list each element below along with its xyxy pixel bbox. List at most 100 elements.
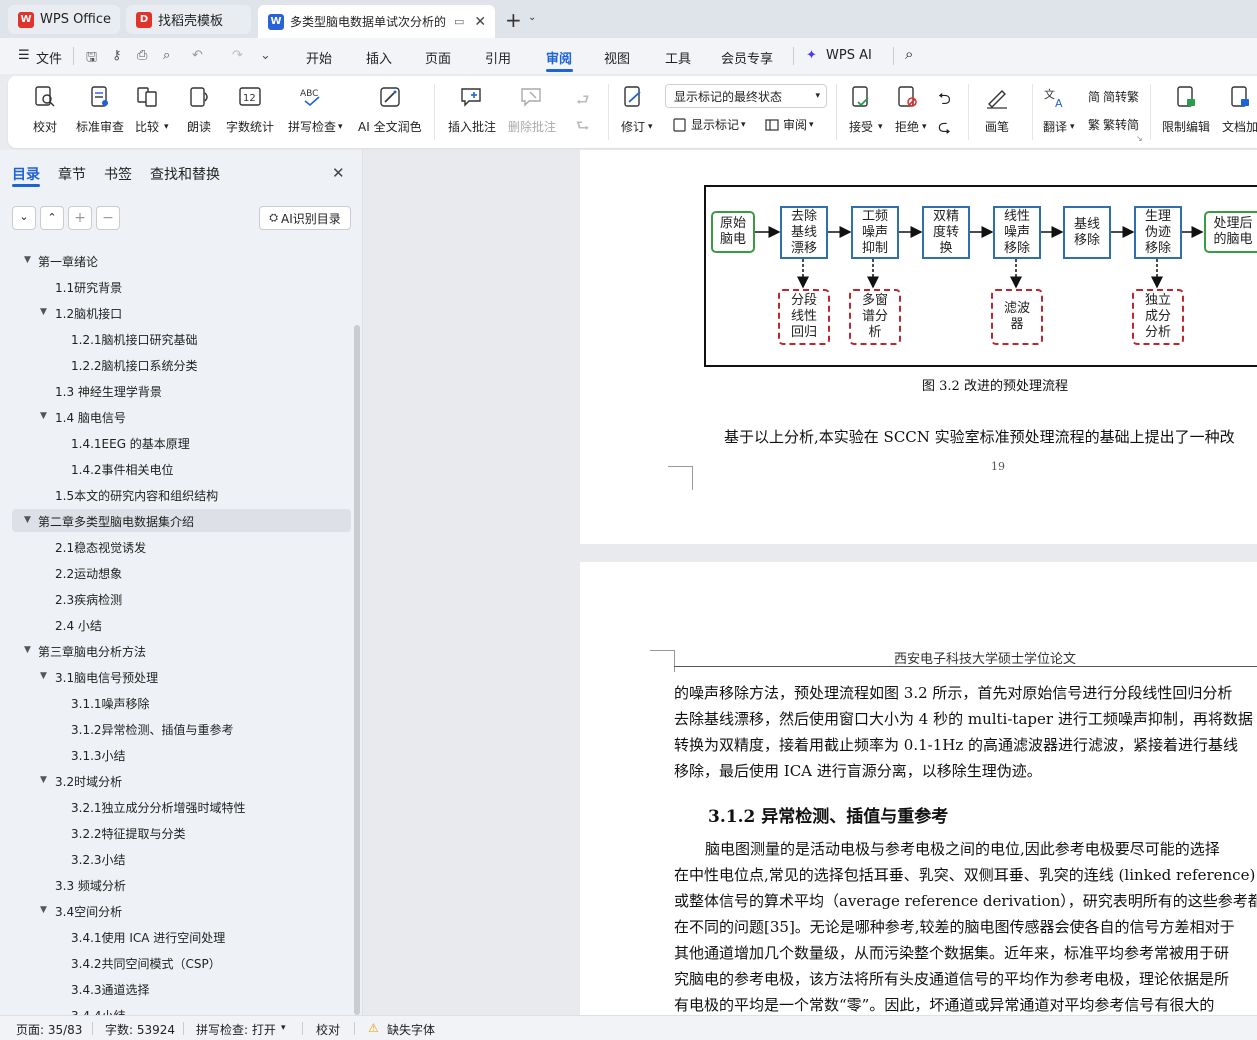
close-icon[interactable]: ✕ <box>474 14 486 30</box>
spell-check-status[interactable]: 拼写检查: 打开 <box>196 1021 276 1038</box>
toc-item[interactable]: 1.1研究背景 <box>55 279 122 296</box>
document-encrypt-button[interactable]: 文档加 <box>1222 84 1257 135</box>
tab-find-replace[interactable]: 查找和替换 <box>150 164 220 184</box>
spell-check-button[interactable]: ABC 拼写检查 <box>288 84 336 135</box>
menu-view[interactable]: 视图 <box>604 48 630 67</box>
review-pane-button[interactable]: 审阅 ▾ <box>764 116 814 133</box>
track-changes-button[interactable]: 修订 <box>620 84 646 135</box>
tab-document[interactable]: W 多类型脑电数据单试次分析的 ▭ ✕ <box>258 5 495 38</box>
next-change-icon[interactable]: ⮎ <box>938 116 951 143</box>
toc-toggle-icon[interactable]: ▼ <box>40 411 47 421</box>
toc-item[interactable]: 1.2.1脑机接口研究基础 <box>71 331 198 348</box>
show-markup-button[interactable]: 显示标记 ▾ <box>672 116 746 133</box>
hamburger-icon[interactable]: ☰ <box>18 48 30 63</box>
key-icon[interactable]: ⚷ <box>112 48 122 63</box>
toc-item[interactable]: 2.3疾病检测 <box>55 591 122 608</box>
toc-item[interactable]: 1.5本文的研究内容和组织结构 <box>55 487 218 504</box>
word-count-button[interactable]: 12 字数统计 <box>226 84 274 135</box>
menu-file[interactable]: 文件 <box>36 48 62 67</box>
search-icon[interactable]: ⌕ <box>905 45 913 63</box>
expand-up-button[interactable]: ⌃ <box>40 206 64 230</box>
expand-ribbon-icon[interactable]: ↘ <box>1136 134 1143 143</box>
pen-button[interactable]: 画笔 <box>984 84 1010 135</box>
toc-toggle-icon[interactable]: ▼ <box>40 775 47 785</box>
menu-reference[interactable]: 引用 <box>485 48 511 67</box>
word-count[interactable]: 字数: 53924 <box>105 1021 175 1038</box>
close-pane-icon[interactable]: ✕ <box>332 164 345 182</box>
restrict-edit-button[interactable]: 限制编辑 <box>1162 84 1210 135</box>
menu-member[interactable]: 会员专享 <box>721 48 773 67</box>
toc-item[interactable]: 3.2.3小结 <box>71 851 126 868</box>
tab-chapters[interactable]: 章节 <box>58 164 86 184</box>
toc-item[interactable]: 2.4 小结 <box>55 617 102 634</box>
compare-button[interactable]: 比较 <box>134 84 160 135</box>
next-comment-icon[interactable]: ⮑ <box>576 116 590 141</box>
insert-comment-button[interactable]: 插入批注 <box>448 84 496 135</box>
redo-icon[interactable]: ↷ <box>232 48 243 63</box>
toc-item[interactable]: 第三章脑电分析方法 <box>38 643 146 660</box>
standard-review-button[interactable]: 标准审查 <box>76 84 124 135</box>
toc-item[interactable]: 3.1.1噪声移除 <box>71 695 150 712</box>
toc-item[interactable]: 1.2.2脑机接口系统分类 <box>71 357 198 374</box>
ai-toc-button[interactable]: ⛭ AI识别目录 <box>259 206 351 230</box>
ai-polish-button[interactable]: AI 全文润色 <box>358 84 422 135</box>
toc-item[interactable]: 1.4.1EEG 的基本原理 <box>71 435 190 452</box>
toc-item[interactable]: 3.4空间分析 <box>55 903 122 920</box>
toc-item[interactable]: 第一章绪论 <box>38 253 98 270</box>
read-aloud-button[interactable]: 朗读 <box>186 84 212 135</box>
proofread-button[interactable]: 校对 <box>32 84 58 135</box>
toc-toggle-icon[interactable]: ▼ <box>24 515 31 525</box>
menu-insert[interactable]: 插入 <box>366 48 392 67</box>
monitor-icon[interactable]: ▭ <box>454 15 464 28</box>
page-indicator[interactable]: 页面: 35/83 <box>16 1021 82 1038</box>
chevron-down-icon[interactable]: ▾ <box>281 1023 286 1033</box>
new-tab-icon[interactable]: + <box>505 8 522 32</box>
previous-change-icon[interactable]: ⮌ <box>938 88 951 115</box>
toc-item[interactable]: 3.4.3通道选择 <box>71 981 150 998</box>
undo-icon[interactable]: ↶ <box>192 48 203 63</box>
tab-wps-office[interactable]: W WPS Office <box>8 5 120 34</box>
missing-font-status[interactable]: 缺失字体 <box>387 1021 435 1038</box>
menu-tools[interactable]: 工具 <box>665 48 691 67</box>
toc-item[interactable]: 1.2脑机接口 <box>55 305 122 322</box>
accept-button[interactable]: 接受 <box>848 84 874 135</box>
toc-toggle-icon[interactable]: ▼ <box>24 645 31 655</box>
print-preview-icon[interactable]: ⌕ <box>163 48 170 63</box>
previous-comment-icon[interactable]: ⮐ <box>576 90 590 115</box>
toc-item[interactable]: 3.4.1使用 ICA 进行空间处理 <box>71 929 225 946</box>
tab-toc[interactable]: 目录 <box>12 164 40 184</box>
proofread-status[interactable]: 校对 <box>316 1021 340 1038</box>
simplified-to-traditional-button[interactable]: 简简转繁 <box>1088 88 1139 105</box>
tab-docer[interactable]: D 找稻壳模板 <box>126 5 251 34</box>
toc-item[interactable]: 第二章多类型脑电数据集介绍 <box>38 513 194 530</box>
delete-comment-button[interactable]: 删除批注 <box>508 84 556 135</box>
chevron-down-icon[interactable]: ⌄ <box>528 12 536 23</box>
translate-button[interactable]: 文A 翻译 <box>1042 84 1068 135</box>
more-chevron-icon[interactable]: ⌄ <box>260 48 271 63</box>
print-icon[interactable]: ⎙ <box>137 48 147 63</box>
add-heading-button[interactable]: + <box>68 206 92 230</box>
menu-page[interactable]: 页面 <box>425 48 451 67</box>
toc-toggle-icon[interactable]: ▼ <box>40 905 47 915</box>
toc-toggle-icon[interactable]: ▼ <box>40 307 47 317</box>
display-state-select[interactable]: 显示标记的最终状态 ▾ <box>665 84 827 108</box>
toc-item[interactable]: 3.3 频域分析 <box>55 877 126 894</box>
toc-toggle-icon[interactable]: ▼ <box>24 255 31 265</box>
toc-item[interactable]: 3.1.3小结 <box>71 747 126 764</box>
menu-review[interactable]: 审阅 <box>546 48 572 67</box>
menu-home[interactable]: 开始 <box>306 48 332 67</box>
toc-item[interactable]: 3.2.1独立成分分析增强时域特性 <box>71 799 246 816</box>
toc-item[interactable]: 2.2运动想象 <box>55 565 122 582</box>
toc-item[interactable]: 3.2时域分析 <box>55 773 122 790</box>
remove-heading-button[interactable]: − <box>96 206 120 230</box>
traditional-to-simplified-button[interactable]: 繁繁转简 <box>1088 116 1139 133</box>
toc-item[interactable]: 1.4 脑电信号 <box>55 409 126 426</box>
toc-item[interactable]: 3.2.2特征提取与分类 <box>71 825 186 842</box>
reject-button[interactable]: 拒绝 <box>894 84 920 135</box>
tab-bookmarks[interactable]: 书签 <box>104 164 132 184</box>
save-icon[interactable]: 🖫 <box>86 48 97 70</box>
toc-item[interactable]: 3.4.2共同空间模式（CSP） <box>71 955 221 972</box>
toc-item[interactable]: 3.1脑电信号预处理 <box>55 669 158 686</box>
toc-item[interactable]: 1.3 神经生理学背景 <box>55 383 162 400</box>
toc-item[interactable]: 2.1稳态视觉诱发 <box>55 539 146 556</box>
